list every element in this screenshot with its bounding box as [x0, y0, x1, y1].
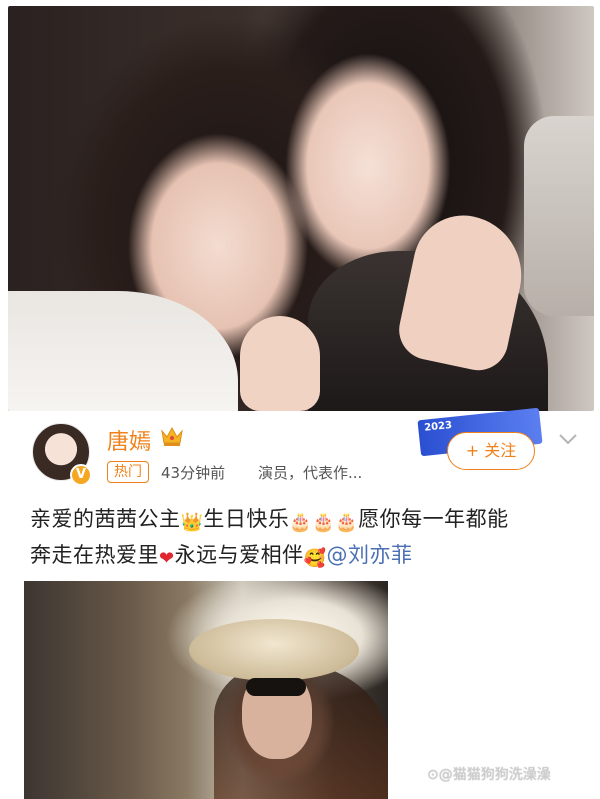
bottom-photo[interactable]	[24, 581, 388, 799]
follow-button[interactable]: + 关注	[447, 432, 535, 470]
post-text-part: 奔走在热爱里	[30, 543, 159, 567]
top-photo[interactable]	[8, 6, 594, 411]
watermark: ⊙@猫猫狗狗洗澡澡	[427, 767, 551, 783]
hot-tag: 热门	[107, 461, 149, 483]
mention-link[interactable]: @刘亦菲	[327, 543, 413, 567]
cake-icon: 🎂	[312, 512, 336, 533]
heart-icon: ❤	[159, 548, 175, 569]
user-description: 演员，代表作...	[258, 464, 363, 482]
cake-icon: 🎂	[289, 512, 313, 533]
verified-badge-icon: V	[70, 464, 92, 486]
username[interactable]: 唐嫣	[107, 424, 151, 456]
cake-icon: 🎂	[335, 512, 359, 533]
post-text-part: 永远与爱相伴	[174, 543, 304, 567]
photo-background-chair	[524, 116, 594, 316]
post-text-part: 生日快乐	[203, 507, 290, 531]
photo-left-shirt	[8, 291, 238, 411]
photo-straw-hat	[189, 619, 359, 681]
post-text: 亲爱的茜茜公主👑生日快乐🎂🎂🎂愿你每一年都能 奔走在热爱里❤永远与爱相伴🥰@刘亦…	[30, 503, 578, 575]
post-text-part: 愿你每一年都能	[358, 507, 509, 531]
hug-emoji-icon: 🥰	[303, 548, 327, 569]
crown-icon	[161, 426, 183, 446]
post-text-part: 亲爱的茜茜公主	[30, 507, 181, 531]
crown-emoji-icon: 👑	[180, 512, 204, 533]
post-time: 43分钟前	[161, 464, 226, 482]
photo-peace-sign-left	[240, 316, 320, 411]
chevron-down-icon[interactable]	[558, 432, 578, 446]
banner-text: 2023	[423, 419, 453, 434]
photo-sunglasses	[246, 678, 306, 696]
